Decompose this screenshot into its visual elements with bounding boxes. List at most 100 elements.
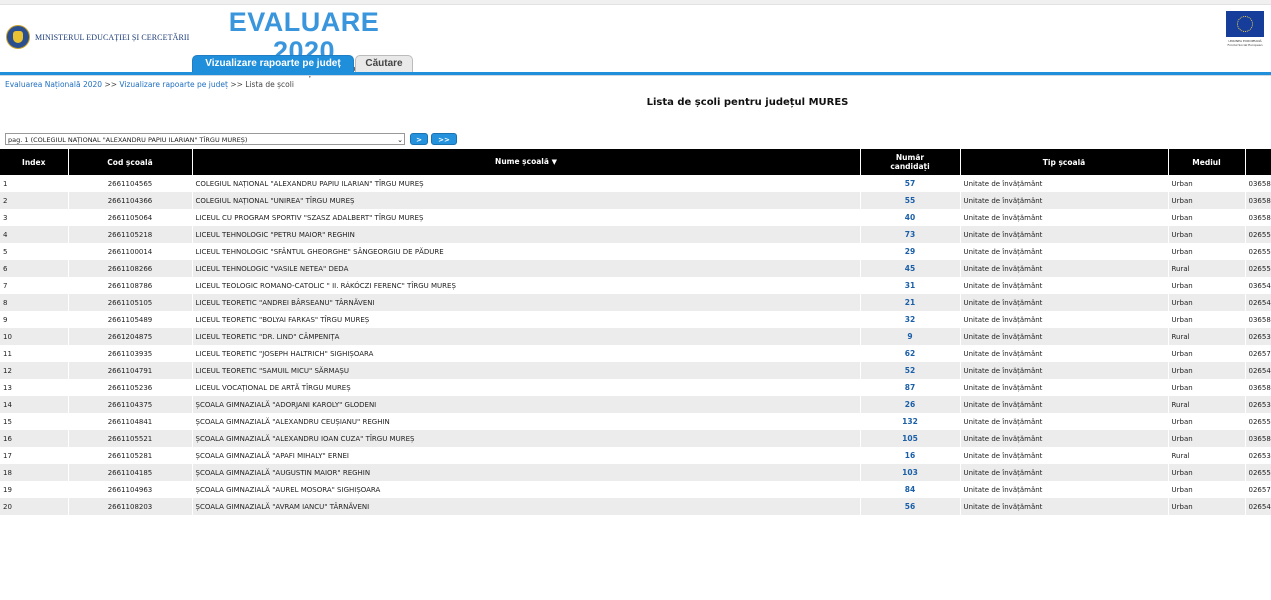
cell-code: 2661105489 [68, 311, 193, 328]
table-row[interactable]: 14 2661104375 ȘCOALA GIMNAZIALĂ "ADORJANI … [0, 396, 1271, 413]
breadcrumb: Evaluarea Națională 2020 >> Vizualizare … [5, 80, 294, 89]
table-row[interactable]: 13 2661105236 LICEUL VOCAȚIONAL DE ARTĂ TÎ… [0, 379, 1271, 396]
table-row[interactable]: 19 2661104963 ȘCOALA GIMNAZIALĂ "AUREL MOS… [0, 481, 1271, 498]
tab-cautare[interactable]: Căutare [355, 55, 413, 72]
cell-mediu: Rural [1168, 328, 1246, 345]
table-row[interactable]: 15 2661104841 ȘCOALA GIMNAZIALĂ "ALEXANDRU… [0, 413, 1271, 430]
ministry-logo[interactable]: MINISTERUL EDUCAȚIEI ȘI CERCETĂRII [6, 25, 189, 49]
cell-count[interactable]: 105 [860, 430, 961, 447]
cell-count[interactable]: 26 [860, 396, 961, 413]
cell-count[interactable]: 16 [860, 447, 961, 464]
cell-count[interactable]: 84 [860, 481, 961, 498]
coat-of-arms-icon [6, 25, 30, 49]
cell-phone: 02654 [1245, 294, 1271, 311]
site-header: MINISTERUL EDUCAȚIEI ȘI CERCETĂRII EVALU… [0, 5, 1271, 78]
cell-name: COLEGIUL NAȚIONAL "ALEXANDRU PAPIU ILARI… [192, 175, 861, 192]
cell-count[interactable]: 56 [860, 498, 961, 515]
header-name[interactable]: Nume școală ▼ [192, 149, 861, 175]
next-page-button[interactable]: > [410, 133, 428, 145]
cell-type: Unitate de învățământ [960, 345, 1169, 362]
cell-name: LICEUL TEORETIC "JOSEPH HALTRICH" SIGHIȘ… [192, 345, 861, 362]
cell-index: 2 [0, 192, 69, 209]
table-row[interactable]: 1 2661104565 COLEGIUL NAȚIONAL "ALEXANDRU … [0, 175, 1271, 192]
cell-type: Unitate de învățământ [960, 379, 1169, 396]
table-row[interactable]: 3 2661105064 LICEUL CU PROGRAM SPORTIV "SZ… [0, 209, 1271, 226]
cell-count[interactable]: 132 [860, 413, 961, 430]
cell-count[interactable]: 57 [860, 175, 961, 192]
cell-count[interactable]: 40 [860, 209, 961, 226]
cell-code: 2661104366 [68, 192, 193, 209]
header-code[interactable]: Cod școală [68, 149, 193, 175]
table-row[interactable]: 16 2661105521 ȘCOALA GIMNAZIALĂ "ALEXANDRU… [0, 430, 1271, 447]
cell-code: 2661105281 [68, 447, 193, 464]
cell-count[interactable]: 62 [860, 345, 961, 362]
table-row[interactable]: 12 2661104791 LICEUL TEORETIC "SAMUIL MICU… [0, 362, 1271, 379]
cell-count[interactable]: 9 [860, 328, 961, 345]
cell-type: Unitate de învățământ [960, 243, 1169, 260]
cell-mediu: Urban [1168, 413, 1246, 430]
table-row[interactable]: 2 2661104366 COLEGIUL NAȚIONAL "UNIREA" TÎ… [0, 192, 1271, 209]
cell-code: 2661105064 [68, 209, 193, 226]
cell-count[interactable]: 29 [860, 243, 961, 260]
cell-count[interactable]: 73 [860, 226, 961, 243]
table-row[interactable]: 5 2661100014 LICEUL TEHNOLOGIC "SFÂNTUL GH… [0, 243, 1271, 260]
cell-code: 2661104565 [68, 175, 193, 192]
cell-count[interactable]: 87 [860, 379, 961, 396]
cell-type: Unitate de învățământ [960, 481, 1169, 498]
cell-index: 11 [0, 345, 69, 362]
cell-index: 10 [0, 328, 69, 345]
cell-code: 2661105218 [68, 226, 193, 243]
cell-count[interactable]: 45 [860, 260, 961, 277]
header-phone [1245, 149, 1271, 175]
cell-code: 2661204875 [68, 328, 193, 345]
table-row[interactable]: 4 2661105218 LICEUL TEHNOLOGIC "PETRU MAIO… [0, 226, 1271, 243]
table-row[interactable]: 10 2661204875 LICEUL TEORETIC "DR. LIND" C… [0, 328, 1271, 345]
page-select[interactable]: pag. 1 (COLEGIUL NAȚIONAL "ALEXANDRU PAP… [5, 133, 405, 145]
cell-name: ȘCOALA GIMNAZIALĂ "ADORJANI KAROLY" GLOD… [192, 396, 861, 413]
cell-phone: 02653 [1245, 447, 1271, 464]
cell-count[interactable]: 55 [860, 192, 961, 209]
cell-type: Unitate de învățământ [960, 311, 1169, 328]
header-index[interactable]: Index [0, 149, 69, 175]
cell-count[interactable]: 103 [860, 464, 961, 481]
cell-index: 13 [0, 379, 69, 396]
table-row[interactable]: 20 2661108203 ȘCOALA GIMNAZIALĂ "AVRAM IAN… [0, 498, 1271, 515]
cell-index: 8 [0, 294, 69, 311]
cell-code: 2661108266 [68, 260, 193, 277]
cell-index: 5 [0, 243, 69, 260]
cell-name: ȘCOALA GIMNAZIALĂ "AUREL MOSORA" SIGHIȘO… [192, 481, 861, 498]
cell-phone: 02654 [1245, 498, 1271, 515]
cell-count[interactable]: 31 [860, 277, 961, 294]
table-row[interactable]: 7 2661108786 LICEUL TEOLOGIC ROMANO-CATOLI… [0, 277, 1271, 294]
cell-phone: 02657 [1245, 481, 1271, 498]
breadcrumb-link-home[interactable]: Evaluarea Națională 2020 [5, 80, 102, 89]
cell-code: 2661108786 [68, 277, 193, 294]
header-type[interactable]: Tip școală [960, 149, 1169, 175]
table-row[interactable]: 11 2661103935 LICEUL TEORETIC "JOSEPH HALT… [0, 345, 1271, 362]
cell-count[interactable]: 52 [860, 362, 961, 379]
cell-name: LICEUL TEHNOLOGIC "VASILE NETEA" DEDA [192, 260, 861, 277]
last-page-button[interactable]: >> [431, 133, 457, 145]
table-row[interactable]: 18 2661104185 ȘCOALA GIMNAZIALĂ "AUGUSTIN … [0, 464, 1271, 481]
header-name-label: Nume școală [495, 157, 549, 166]
chevron-down-icon: ⌄ [397, 136, 403, 144]
cell-phone: 02655 [1245, 260, 1271, 277]
header-candidates[interactable]: Număr candidați [860, 149, 961, 175]
cell-name: LICEUL TEOLOGIC ROMANO-CATOLIC " II. RÁK… [192, 277, 861, 294]
table-row[interactable]: 6 2661108266 LICEUL TEHNOLOGIC "VASILE NET… [0, 260, 1271, 277]
eu-logo: UNIUNEA EUROPEANĂ Fondul Social European [1225, 11, 1265, 53]
cell-name: COLEGIUL NAȚIONAL "UNIREA" TÎRGU MUREȘ [192, 192, 861, 209]
table-row[interactable]: 17 2661105281 ȘCOALA GIMNAZIALĂ "APAFI MIH… [0, 447, 1271, 464]
header-mediu[interactable]: Mediul [1168, 149, 1246, 175]
table-row[interactable]: 9 2661105489 LICEUL TEORETIC "BOLYAI FARKA… [0, 311, 1271, 328]
cell-count[interactable]: 21 [860, 294, 961, 311]
cell-mediu: Urban [1168, 481, 1246, 498]
breadcrumb-link-rapoarte[interactable]: Vizualizare rapoarte pe județ [119, 80, 228, 89]
tab-vizualizare-rapoarte[interactable]: Vizualizare rapoarte pe județ [192, 55, 354, 73]
breadcrumb-separator: >> [230, 80, 243, 89]
cell-name: LICEUL VOCAȚIONAL DE ARTĂ TÎRGU MUREȘ [192, 379, 861, 396]
table-row[interactable]: 8 2661105105 LICEUL TEORETIC "ANDREI BÂRSE… [0, 294, 1271, 311]
cell-type: Unitate de învățământ [960, 396, 1169, 413]
cell-count[interactable]: 32 [860, 311, 961, 328]
cell-code: 2661104185 [68, 464, 193, 481]
